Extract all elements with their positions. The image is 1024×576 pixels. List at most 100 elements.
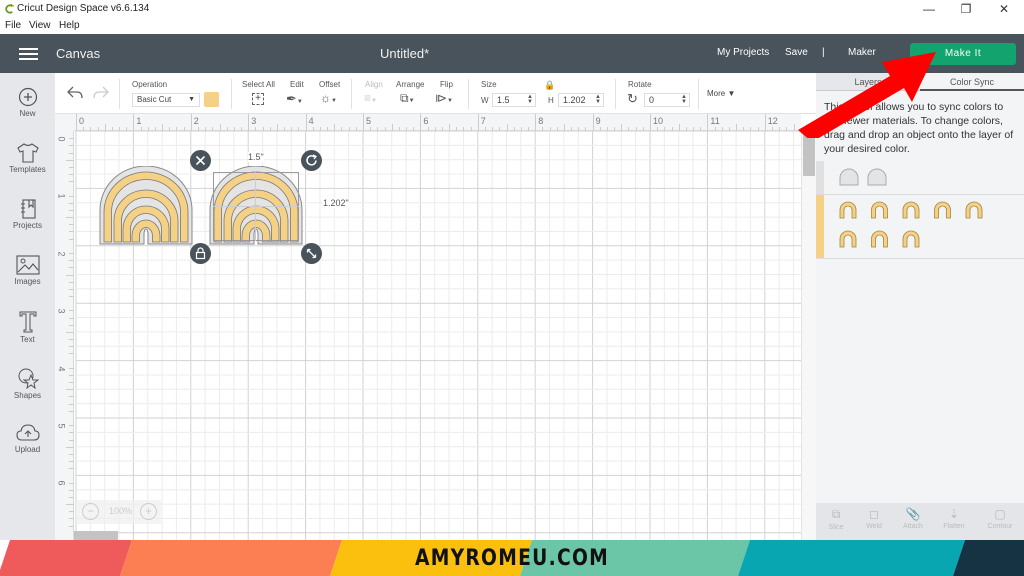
arrange-label: Arrange	[396, 80, 425, 89]
resize-handle[interactable]	[301, 243, 322, 264]
undo-icon[interactable]	[66, 85, 84, 101]
sidebar-item-new[interactable]: New	[0, 87, 55, 137]
edit-label: Edit	[290, 80, 304, 89]
align-icon[interactable]: ≡▼	[364, 91, 377, 105]
cloud-upload-icon	[15, 424, 40, 441]
width-input[interactable]: 1.5 ▲ ▼	[492, 93, 536, 107]
edit-tools-icon[interactable]: ✒▼	[286, 91, 303, 107]
delete-handle[interactable]	[190, 150, 211, 171]
height-input[interactable]: 1.202 ▲ ▼	[558, 93, 604, 107]
operation-select[interactable]: Basic Cut ▼	[132, 93, 200, 107]
flip-label: Flip	[440, 80, 453, 89]
menu-help[interactable]: Help	[59, 20, 80, 31]
sidebar-item-images[interactable]: Images	[0, 255, 55, 305]
zoom-in-button[interactable]: +	[140, 503, 157, 520]
sidebar-item-projects[interactable]: Projects	[0, 199, 55, 249]
select-all-label: Select All	[242, 80, 275, 89]
flatten-icon: ⇣	[948, 507, 960, 521]
paperclip-icon: 📎	[905, 507, 921, 521]
ruler-tick-label: 0	[56, 136, 67, 142]
menu-bar: File View Help	[0, 19, 1024, 34]
operation-label: Operation	[132, 80, 168, 89]
sidebar-item-templates[interactable]: Templates	[0, 143, 55, 193]
ruler-tick-label: 2	[193, 116, 199, 126]
operation-color-swatch[interactable]	[204, 92, 219, 107]
size-label: Size	[481, 80, 497, 89]
minimize-button[interactable]: —	[919, 2, 939, 16]
rotate-handle[interactable]	[301, 150, 322, 171]
more-menu-button[interactable]: More ▼	[707, 89, 735, 98]
document-title[interactable]: Untitled*	[380, 46, 429, 61]
shapes-icon	[18, 368, 39, 389]
attach-button[interactable]: 📎 Attach	[893, 507, 933, 530]
zoom-out-button[interactable]: −	[82, 503, 99, 520]
lock-ratio-icon[interactable]: 🔒	[544, 80, 555, 91]
selection-height-label: 1.202"	[323, 198, 349, 208]
offset-icon[interactable]: ☼▼	[320, 91, 337, 105]
sidebar-item-shapes[interactable]: Shapes	[0, 367, 55, 417]
design-canvas[interactable]: 0 1 2 3 4 5 6 7 8 9 10 11 12 0123456 1.5" 1.202" − 1…	[55, 114, 801, 540]
ruler-tick-label: 8	[538, 116, 544, 126]
left-sidebar: New Templates Projects Images Text Shape…	[0, 73, 55, 540]
vertical-scrollbar-thumb[interactable]	[803, 133, 815, 176]
ruler-tick-label: 7	[480, 116, 486, 126]
width-stepper[interactable]: ▲ ▼	[527, 94, 533, 105]
ruler-tick-label: 11	[710, 116, 720, 126]
sidebar-item-upload[interactable]: Upload	[0, 423, 55, 473]
close-window-button[interactable]: ✕	[994, 2, 1014, 16]
contour-icon: ▢	[994, 507, 1006, 521]
footer-stripe	[953, 540, 1024, 576]
contour-button[interactable]: ▢ Contour	[980, 507, 1020, 530]
gray-thumbnails	[839, 168, 887, 186]
weld-button[interactable]: ◻ Weld	[854, 507, 894, 530]
ruler-vertical: 0 1 2 3 4 5 6	[55, 114, 74, 540]
flip-icon[interactable]: ⧐▼	[435, 91, 453, 105]
ruler-tick-label: 5	[366, 116, 372, 126]
brand-text: AMYROMEU.COM	[414, 546, 610, 571]
my-projects-link[interactable]: My Projects	[717, 47, 769, 58]
ruler-tick-label: 2	[56, 251, 67, 257]
rainbow-design-left[interactable]	[98, 166, 194, 246]
right-panel: Layers Color Sync This panel allows you …	[816, 73, 1024, 540]
slice-button[interactable]: ⧉ Slice	[816, 507, 856, 531]
rotate-input[interactable]: 0 ▲ ▼	[644, 93, 690, 107]
rotate-stepper[interactable]: ▲ ▼	[681, 94, 687, 105]
edit-toolbar: Operation Basic Cut ▼ Select All + Edit …	[55, 73, 816, 114]
rotate-icon: ↻	[627, 91, 638, 106]
group-color-bar	[816, 195, 824, 258]
horizontal-scrollbar[interactable]	[74, 531, 118, 540]
restore-button[interactable]: ❐	[956, 2, 976, 16]
group-color-bar	[816, 161, 824, 194]
cricut-logo-icon	[5, 3, 15, 14]
brand-footer: AMYROMEU.COM	[0, 540, 1024, 576]
hamburger-menu-icon[interactable]	[19, 48, 38, 60]
color-group-yellow[interactable]	[816, 195, 1024, 259]
menu-view[interactable]: View	[29, 20, 51, 31]
ruler-tick-label: 0	[79, 116, 85, 126]
height-stepper[interactable]: ▲ ▼	[595, 94, 601, 105]
ruler-tick-label: 4	[308, 116, 314, 126]
menu-file[interactable]: File	[5, 20, 21, 31]
rotate-label: Rotate	[628, 80, 652, 89]
flatten-button[interactable]: ⇣ Flatten	[934, 507, 974, 530]
offset-label: Offset	[319, 80, 341, 89]
color-group-gray[interactable]	[816, 161, 1024, 195]
ruler-horizontal: 0 1 2 3 4 5 6 7 8 9 10 11 12	[55, 114, 801, 131]
select-all-icon[interactable]: +	[252, 93, 264, 105]
notebook-icon	[20, 199, 36, 219]
text-icon	[19, 311, 36, 333]
vertical-scrollbar-track[interactable]	[801, 131, 816, 540]
ruler-tick-label: 3	[251, 116, 257, 126]
arrange-icon[interactable]: ⧉▼	[400, 91, 415, 106]
window-title: Cricut Design Space v6.6.134	[17, 3, 150, 14]
window-title-bar: Cricut Design Space v6.6.134 — ❐ ✕	[0, 0, 1024, 19]
ruler-tick-label: 1	[56, 193, 67, 199]
ruler-tick-label: 3	[56, 308, 67, 314]
resize-icon	[306, 248, 317, 259]
sidebar-item-text[interactable]: Text	[0, 311, 55, 361]
lock-handle[interactable]	[190, 243, 211, 264]
tshirt-icon	[16, 143, 39, 163]
ruler-tick-label: 5	[56, 423, 67, 429]
redo-icon[interactable]	[92, 85, 110, 101]
ruler-tick-label: 10	[653, 116, 664, 126]
